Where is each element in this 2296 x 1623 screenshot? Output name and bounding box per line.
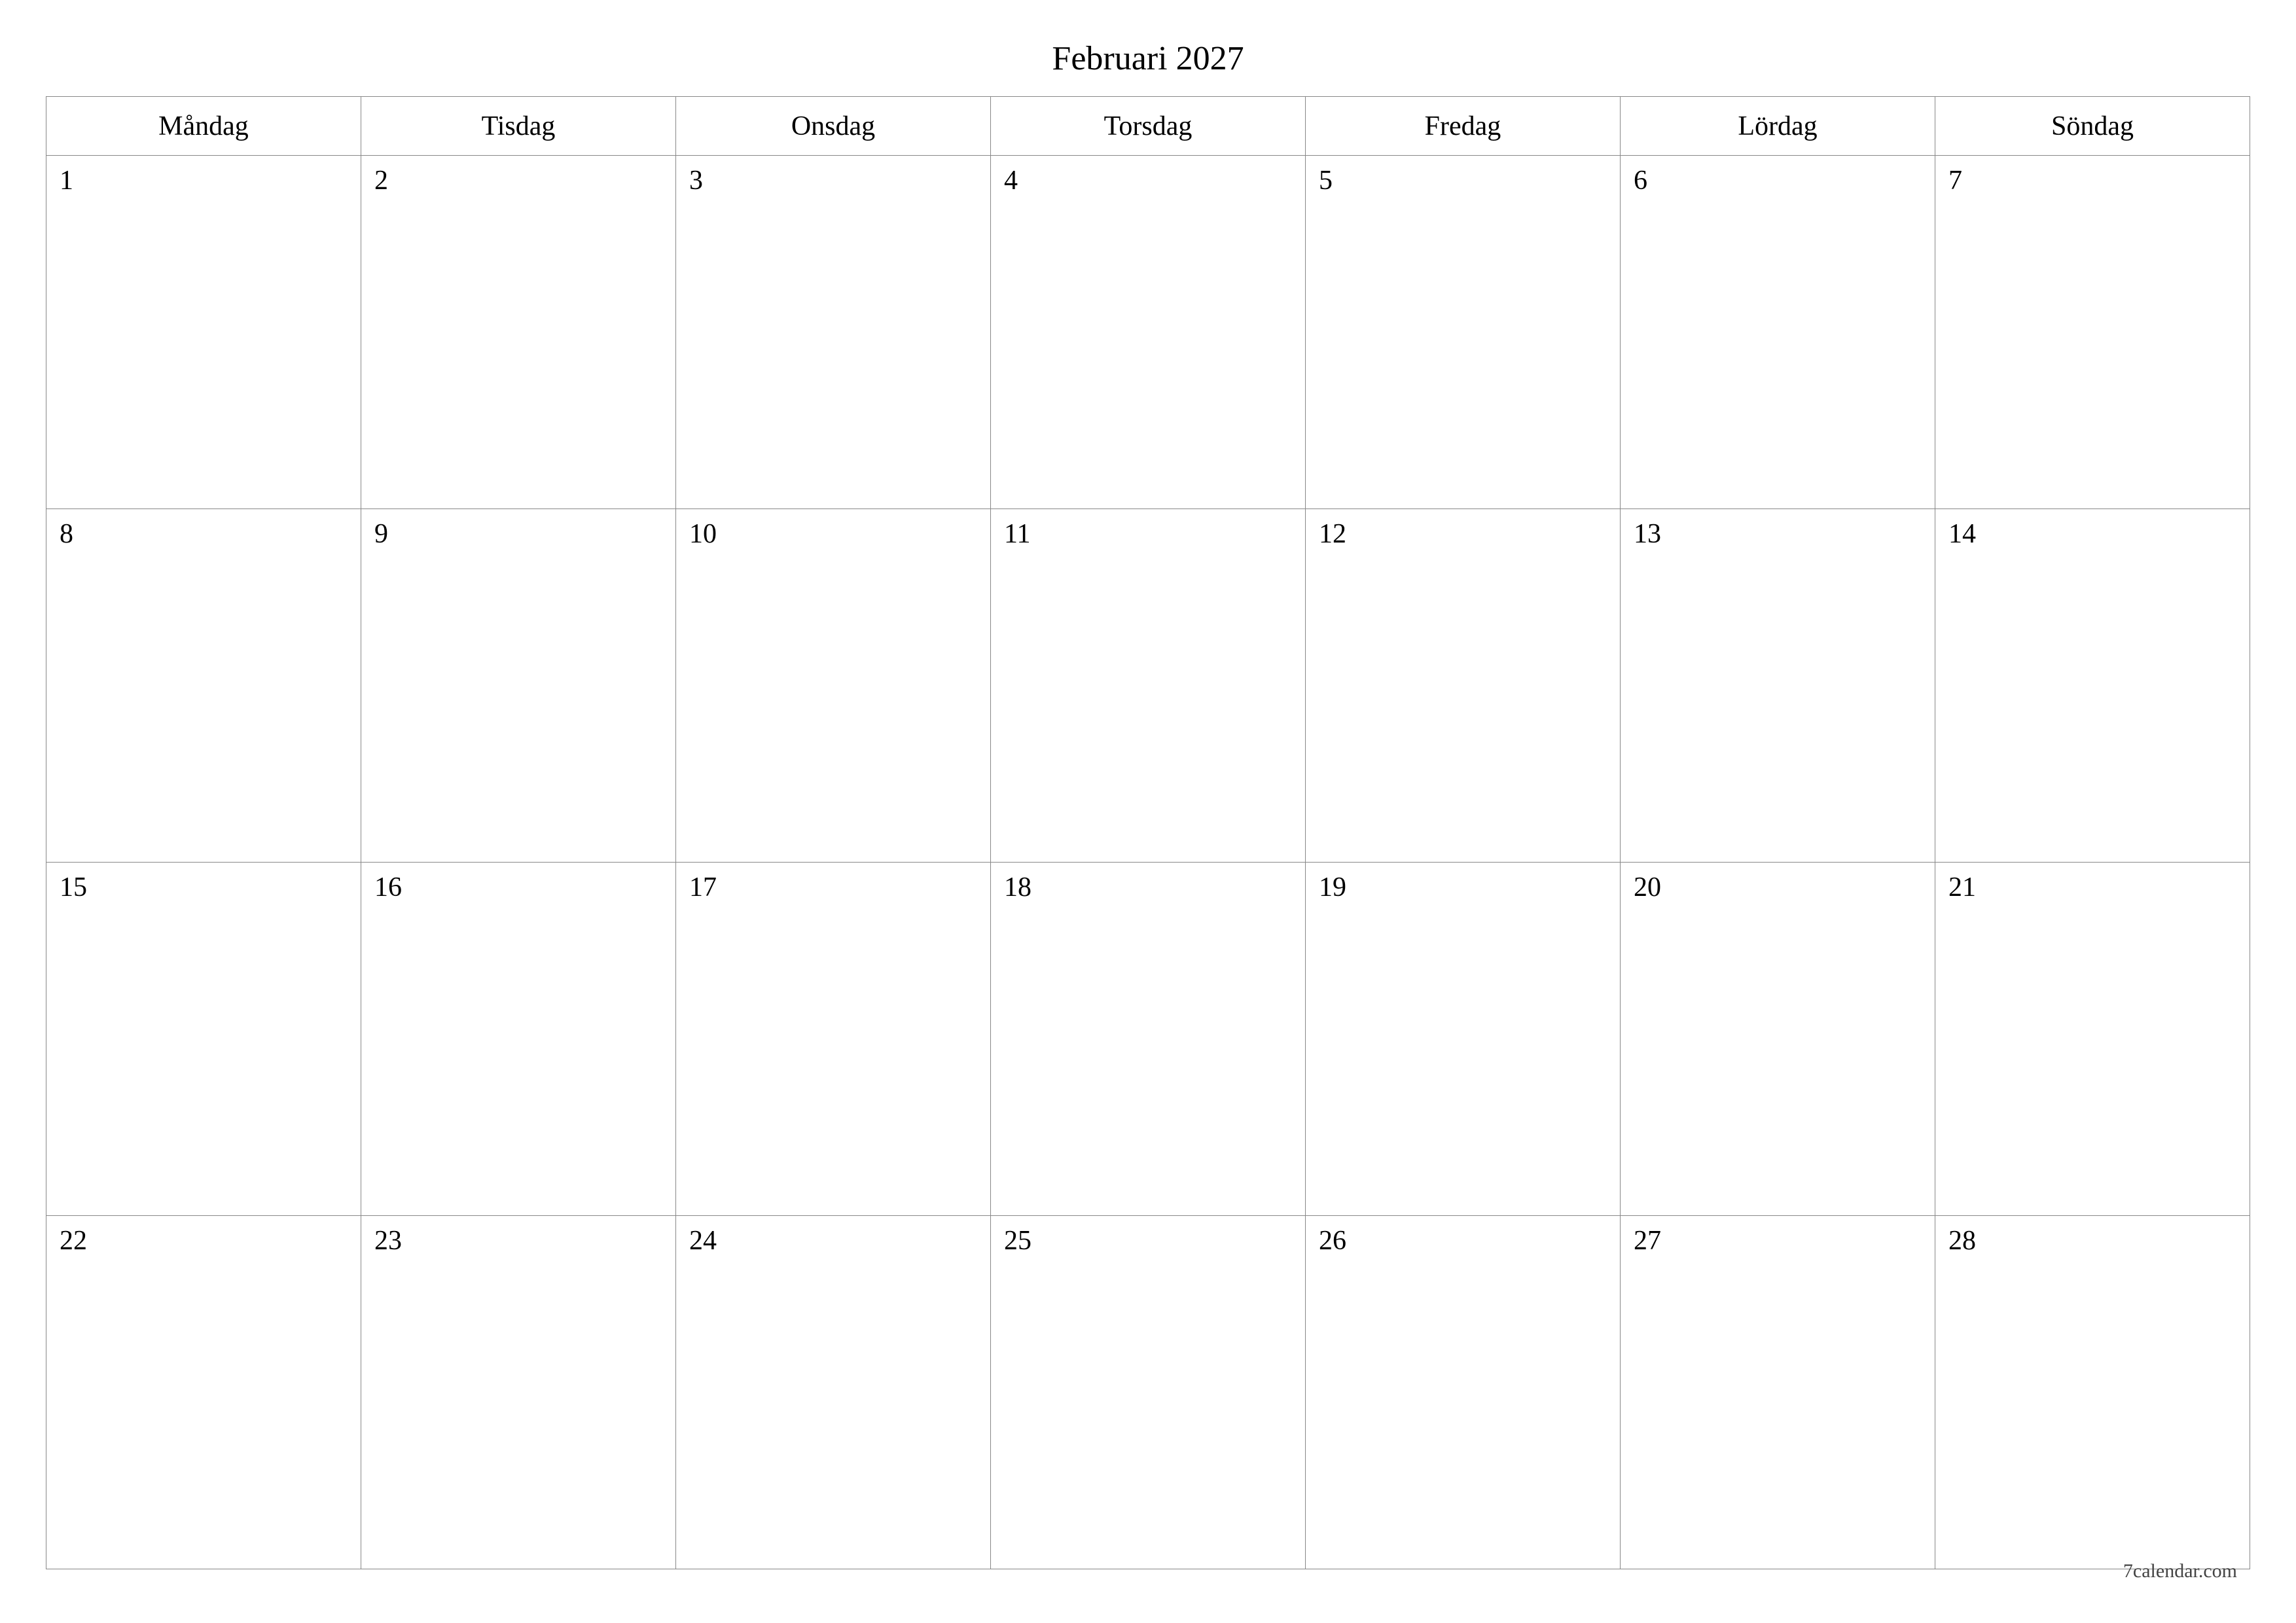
calendar-day-cell: 27 xyxy=(1621,1216,1935,1569)
calendar-day-cell: 8 xyxy=(46,509,361,863)
calendar-day-cell: 7 xyxy=(1935,156,2250,509)
calendar-week-row: 8 9 10 11 12 13 14 xyxy=(46,509,2250,863)
calendar-day-cell: 26 xyxy=(1306,1216,1621,1569)
calendar-day-cell: 18 xyxy=(991,863,1306,1216)
calendar-day-cell: 13 xyxy=(1621,509,1935,863)
calendar-day-cell: 15 xyxy=(46,863,361,1216)
calendar-day-cell: 12 xyxy=(1306,509,1621,863)
calendar-day-cell: 10 xyxy=(676,509,991,863)
calendar-day-cell: 1 xyxy=(46,156,361,509)
calendar-day-cell: 11 xyxy=(991,509,1306,863)
calendar-week-row: 15 16 17 18 19 20 21 xyxy=(46,863,2250,1216)
calendar-day-cell: 16 xyxy=(361,863,676,1216)
weekday-header: Onsdag xyxy=(676,97,991,156)
calendar-day-cell: 5 xyxy=(1306,156,1621,509)
calendar-day-cell: 21 xyxy=(1935,863,2250,1216)
calendar-day-cell: 20 xyxy=(1621,863,1935,1216)
calendar-week-row: 1 2 3 4 5 6 7 xyxy=(46,156,2250,509)
calendar-day-cell: 22 xyxy=(46,1216,361,1569)
weekday-header: Fredag xyxy=(1306,97,1621,156)
calendar-day-cell: 6 xyxy=(1621,156,1935,509)
calendar-day-cell: 2 xyxy=(361,156,676,509)
calendar-day-cell: 24 xyxy=(676,1216,991,1569)
weekday-header: Torsdag xyxy=(991,97,1306,156)
calendar-week-row: 22 23 24 25 26 27 28 xyxy=(46,1216,2250,1569)
calendar-table: Måndag Tisdag Onsdag Torsdag Fredag Lörd… xyxy=(46,96,2250,1569)
weekday-header: Måndag xyxy=(46,97,361,156)
calendar-day-cell: 14 xyxy=(1935,509,2250,863)
weekday-header: Tisdag xyxy=(361,97,676,156)
footer-credit: 7calendar.com xyxy=(2123,1560,2237,1582)
calendar-day-cell: 23 xyxy=(361,1216,676,1569)
calendar-day-cell: 25 xyxy=(991,1216,1306,1569)
calendar-title: Februari 2027 xyxy=(46,39,2250,78)
weekday-header: Söndag xyxy=(1935,97,2250,156)
calendar-day-cell: 3 xyxy=(676,156,991,509)
calendar-day-cell: 19 xyxy=(1306,863,1621,1216)
weekday-header-row: Måndag Tisdag Onsdag Torsdag Fredag Lörd… xyxy=(46,97,2250,156)
weekday-header: Lördag xyxy=(1621,97,1935,156)
calendar-day-cell: 9 xyxy=(361,509,676,863)
calendar-day-cell: 28 xyxy=(1935,1216,2250,1569)
calendar-day-cell: 17 xyxy=(676,863,991,1216)
calendar-day-cell: 4 xyxy=(991,156,1306,509)
